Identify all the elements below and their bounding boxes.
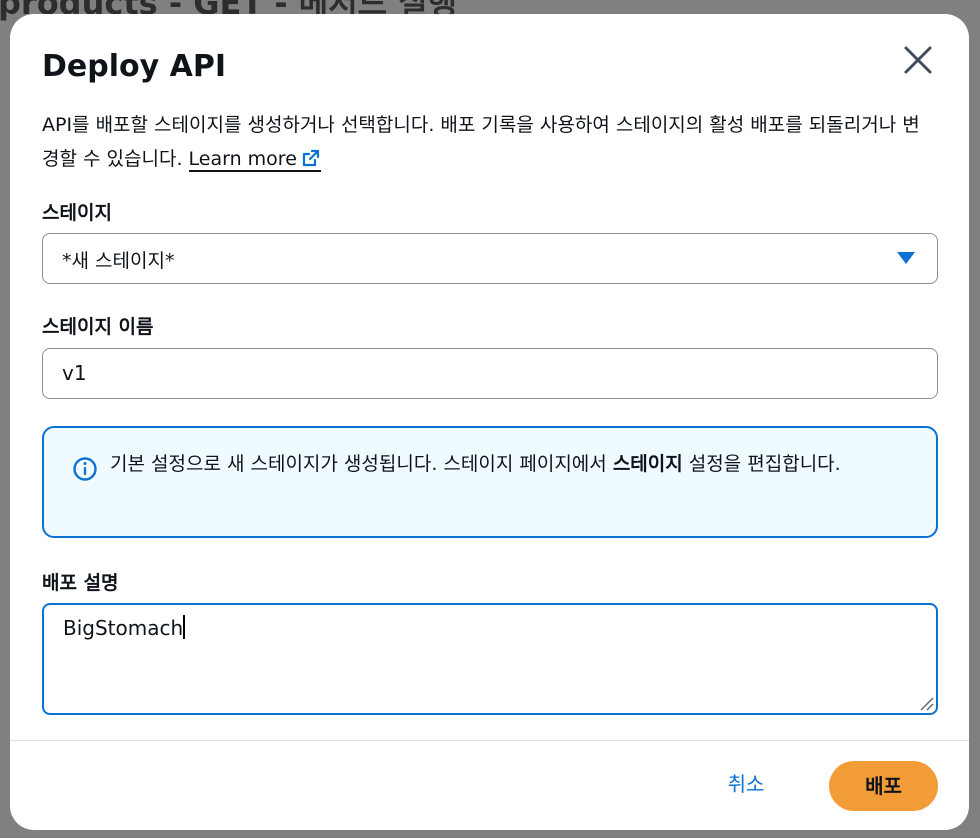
info-icon bbox=[73, 457, 97, 481]
close-icon bbox=[904, 46, 932, 74]
footer-divider bbox=[10, 740, 969, 741]
deployment-description-label: 배포 설명 bbox=[42, 572, 119, 594]
stage-select-value: *새 스테이지* bbox=[62, 250, 175, 272]
info-text-bold: 스테이지 bbox=[612, 453, 683, 475]
deployment-description-text: BigStomach bbox=[63, 616, 184, 640]
stage-label: 스테이지 bbox=[42, 202, 112, 224]
deployment-description-value: BigStomach bbox=[63, 615, 186, 640]
deployment-description-textarea[interactable]: BigStomach bbox=[42, 603, 938, 715]
deploy-api-modal: Deploy API API를 배포할 스테이지를 생성하거나 선택합니다. 배… bbox=[10, 14, 969, 830]
info-alert: 기본 설정으로 새 스테이지가 생성됩니다. 스테이지 페이지에서 스테이지 설… bbox=[42, 426, 938, 538]
stage-name-label: 스테이지 이름 bbox=[42, 316, 154, 338]
info-text-part: 기본 설정으로 새 스테이지가 생성됩니다. 스테이지 페이지에서 bbox=[110, 453, 613, 475]
learn-more-label: Learn more bbox=[188, 148, 297, 170]
cancel-button[interactable]: 취소 bbox=[718, 766, 774, 802]
close-button[interactable] bbox=[900, 42, 936, 78]
text-cursor bbox=[183, 615, 186, 639]
chevron-down-icon bbox=[897, 252, 915, 264]
info-text-part-end: 설정을 편집합니다. bbox=[682, 453, 841, 475]
deploy-button[interactable]: 배포 bbox=[829, 761, 938, 811]
stage-name-input[interactable]: v1 bbox=[42, 348, 938, 399]
description-text: API를 배포할 스테이지를 생성하거나 선택합니다. 배포 기록을 사용하여 … bbox=[42, 114, 920, 170]
external-link-icon bbox=[302, 149, 319, 167]
learn-more-link[interactable]: Learn more bbox=[188, 148, 321, 172]
modal-title: Deploy API bbox=[42, 49, 226, 84]
stage-select[interactable]: *새 스테이지* bbox=[42, 233, 938, 284]
resize-grip-icon[interactable] bbox=[918, 695, 934, 711]
modal-description: API를 배포할 스테이지를 생성하거나 선택합니다. 배포 기록을 사용하여 … bbox=[42, 108, 932, 176]
info-text: 기본 설정으로 새 스테이지가 생성됩니다. 스테이지 페이지에서 스테이지 설… bbox=[110, 449, 900, 480]
